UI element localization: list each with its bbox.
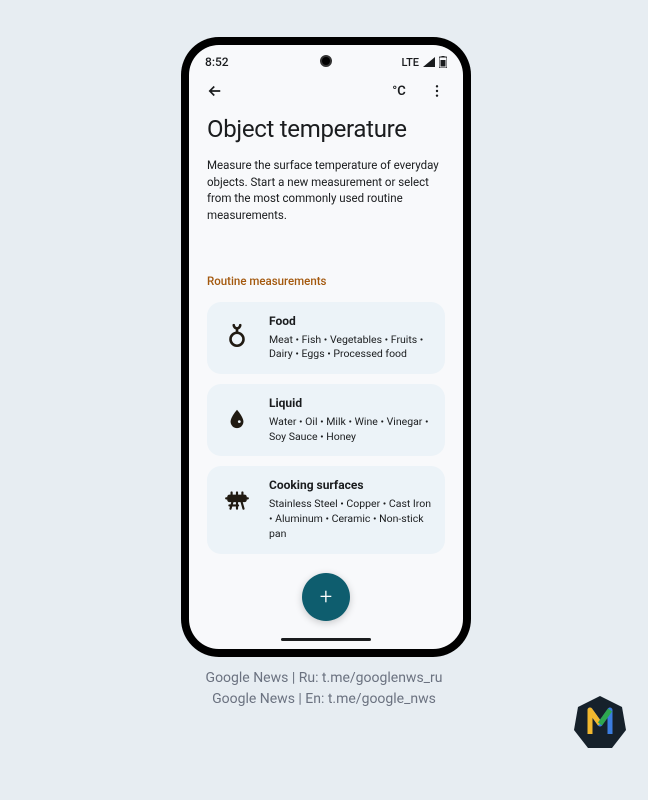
card-food[interactable]: Food Meat • Fish • Vegetables • Fruits •… [207,302,445,374]
caption-line-1: Google News | Ru: t.me/googlenws_ru [0,668,648,689]
food-icon [215,314,259,358]
phone-frame: 8:52 LTE °C [181,37,471,657]
card-title: Liquid [269,396,433,410]
cards-list: Food Meat • Fish • Vegetables • Fruits •… [207,302,445,554]
grill-icon [215,478,259,522]
source-caption: Google News | Ru: t.me/googlenws_ru Goog… [0,668,648,710]
page-description: Measure the surface temperature of every… [207,157,445,224]
unit-toggle[interactable]: °C [387,79,411,103]
card-subtitle: Meat • Fish • Vegetables • Fruits • Dair… [269,333,433,362]
card-title: Food [269,314,433,328]
screen: 8:52 LTE °C [189,45,463,649]
back-button[interactable] [203,79,227,103]
liquid-icon [215,396,259,440]
card-title: Cooking surfaces [269,478,433,492]
card-subtitle: Water • Oil • Milk • Wine • Vinegar • So… [269,415,433,444]
fab-add-button[interactable]: + [302,573,350,621]
battery-icon [439,56,447,68]
nav-handle[interactable] [281,638,371,641]
status-time: 8:52 [205,55,229,69]
signal-icon [423,57,435,67]
content: Object temperature Measure the surface t… [189,109,463,649]
card-subtitle: Stainless Steel • Copper • Cast Iron • A… [269,497,433,541]
section-label: Routine measurements [207,274,445,288]
card-cooking-surfaces[interactable]: Cooking surfaces Stainless Steel • Coppe… [207,466,445,553]
watermark-badge [572,694,628,750]
camera-punchhole [320,55,332,67]
card-liquid[interactable]: Liquid Water • Oil • Milk • Wine • Vineg… [207,384,445,456]
caption-line-2: Google News | En: t.me/google_nws [0,689,648,710]
more-menu-button[interactable] [425,79,449,103]
app-bar: °C [189,73,463,109]
page-title: Object temperature [207,115,445,143]
status-network: LTE [401,56,419,69]
